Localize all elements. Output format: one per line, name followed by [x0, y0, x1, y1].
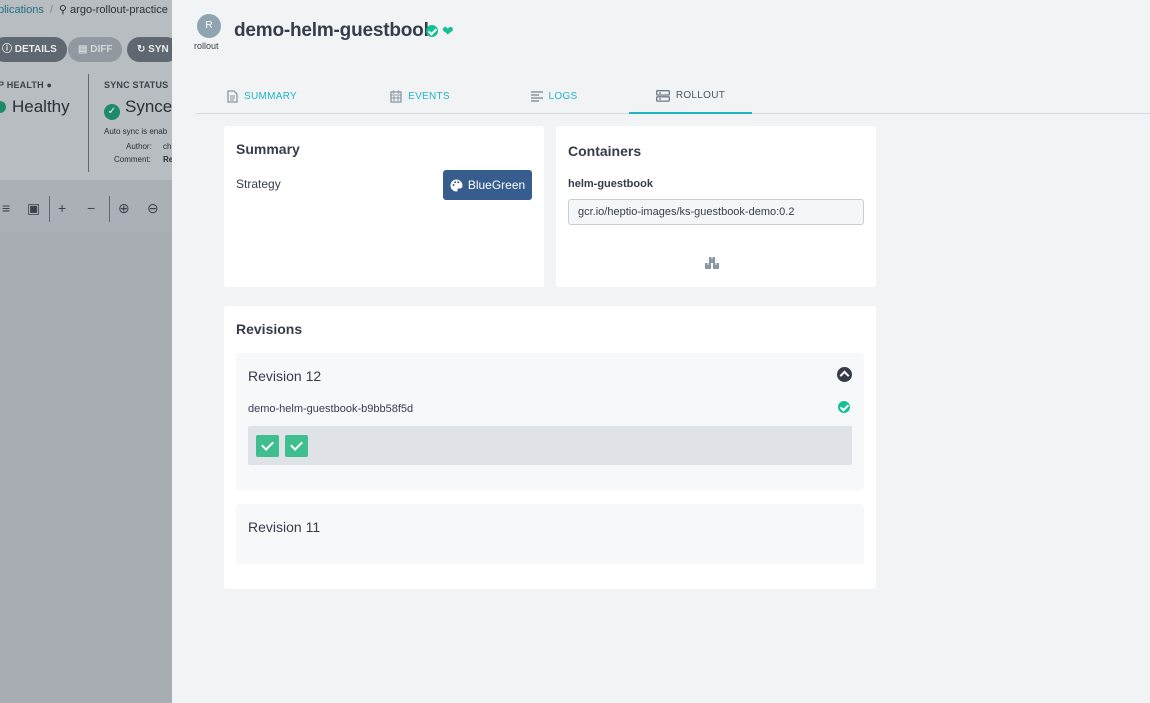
revision-title: Revision 11 [248, 519, 321, 535]
check-circle-icon [838, 401, 850, 413]
revision-title: Revision 12 [248, 368, 322, 384]
tab-events[interactable]: EVENTS [372, 80, 468, 113]
pod-ready-icon[interactable] [256, 435, 279, 457]
comment-value: Re [163, 155, 172, 164]
pod-ready-icon[interactable] [285, 435, 308, 457]
summary-card-title: Summary [236, 141, 300, 157]
details-button-label: DETAILS [14, 44, 57, 55]
healthy-heart-icon [0, 101, 6, 113]
containers-card-title: Containers [568, 143, 642, 159]
align-left-icon[interactable]: ≡ [2, 200, 10, 216]
sync-status-label: SYNC STATUS [104, 80, 169, 90]
toolbar-divider [49, 196, 50, 222]
search-icon: ⚲ [58, 4, 67, 16]
container-image-field[interactable] [568, 199, 864, 225]
calendar-icon [390, 90, 402, 103]
divider [88, 74, 89, 172]
strategy-badge[interactable]: BlueGreen [443, 170, 532, 200]
tab-rollout[interactable]: ROLLOUT [629, 80, 752, 114]
server-icon [655, 90, 670, 102]
chevron-up-icon[interactable] [837, 367, 852, 382]
toolbar-divider [109, 196, 110, 222]
breadcrumb-applications-link[interactable]: plications [0, 4, 44, 16]
background-header [0, 0, 172, 180]
synced-check-icon: ✓ [104, 104, 120, 120]
summary-card: Summary Strategy BlueGreen [224, 126, 544, 287]
sync-button[interactable]: ↻ SYN [127, 37, 172, 62]
app-health-text: Healthy [12, 97, 70, 116]
revision-item: Revision 12 demo-helm-guestbook-b9bb58f5… [236, 353, 864, 490]
tab-logs[interactable]: LOGS [506, 80, 602, 113]
info-icon: ⓘ [2, 44, 12, 55]
help-icon: ● [46, 80, 53, 90]
container-name: helm-guestbook [568, 178, 653, 190]
page-title: demo-helm-guestbook [234, 20, 434, 41]
tab-bar: SUMMARY EVENTS LOGS ROLLOUT [196, 80, 1150, 114]
breadcrumb-search-text[interactable]: argo-rollout-practice [70, 4, 168, 16]
breadcrumb-separator: / [49, 4, 53, 16]
boxes-icon[interactable] [704, 256, 720, 270]
diff-button[interactable]: ▤ DIFF [68, 37, 123, 62]
sync-status-text: Synce [125, 97, 172, 116]
tab-events-label: EVENTS [408, 90, 450, 102]
panel-header: R rollout demo-helm-guestbook ❤ [172, 0, 1150, 70]
tab-rollout-label: ROLLOUT [675, 90, 726, 101]
synced-check-icon [426, 25, 438, 37]
replicaset-name: demo-helm-guestbook-b9bb58f5d [248, 403, 414, 415]
author-value: ch [163, 142, 172, 151]
revisions-card: Revisions Revision 12 demo-helm-guestboo… [224, 306, 876, 589]
healthy-heart-icon: ❤ [442, 23, 454, 39]
pods-bar [248, 426, 852, 465]
graph-toolbar: ≡ ▣ + − ⊕ ⊖ [0, 196, 172, 222]
file-diff-icon: ▤ [78, 44, 88, 55]
revision-item[interactable]: Revision 11 [236, 504, 864, 564]
resource-details-panel: R rollout demo-helm-guestbook ❤ SUMMARY … [172, 0, 1150, 703]
sync-icon: ↻ [137, 44, 146, 55]
zoom-out-icon[interactable]: ⊖ [147, 200, 159, 217]
app-health-label: P HEALTH ● [0, 80, 52, 90]
palette-icon [450, 179, 463, 191]
sync-button-label: SYN [148, 44, 169, 55]
auto-sync-text: Auto sync is enab [104, 127, 168, 136]
tab-logs-label: LOGS [548, 90, 578, 102]
minus-icon[interactable]: − [87, 200, 95, 216]
zoom-in-icon[interactable]: ⊕ [118, 200, 130, 217]
resource-kind-label: rollout [194, 41, 219, 51]
app-health-value: Healthy [0, 97, 70, 117]
status-icons: ❤ [426, 23, 454, 39]
app-health-label-text: P HEALTH [0, 80, 44, 90]
fit-screen-icon[interactable]: ▣ [27, 200, 40, 217]
resource-kind-icon: R [197, 14, 221, 38]
replicaset-healthy-icon [838, 401, 850, 413]
diff-button-label: DIFF [90, 44, 113, 55]
align-left-icon [530, 90, 543, 102]
revisions-card-title: Revisions [236, 321, 303, 337]
background-app: plications / ⚲ argo-rollout-practice ⓘ DET… [0, 0, 172, 703]
strategy-value: BlueGreen [467, 178, 526, 192]
details-button[interactable]: ⓘ DETAILS [0, 37, 67, 62]
plus-icon[interactable]: + [58, 200, 66, 216]
author-label: Author: [126, 142, 152, 151]
tab-summary-label: SUMMARY [243, 90, 298, 102]
file-icon [227, 90, 238, 103]
graph-canvas [0, 232, 172, 703]
containers-card: Containers helm-guestbook [556, 126, 876, 287]
tab-summary[interactable]: SUMMARY [214, 80, 310, 113]
breadcrumb: plications / ⚲ argo-rollout-practice [0, 3, 168, 16]
sync-status-value: ✓ Synce [104, 97, 172, 120]
strategy-label: Strategy [236, 177, 281, 191]
comment-label: Comment: [114, 155, 151, 164]
